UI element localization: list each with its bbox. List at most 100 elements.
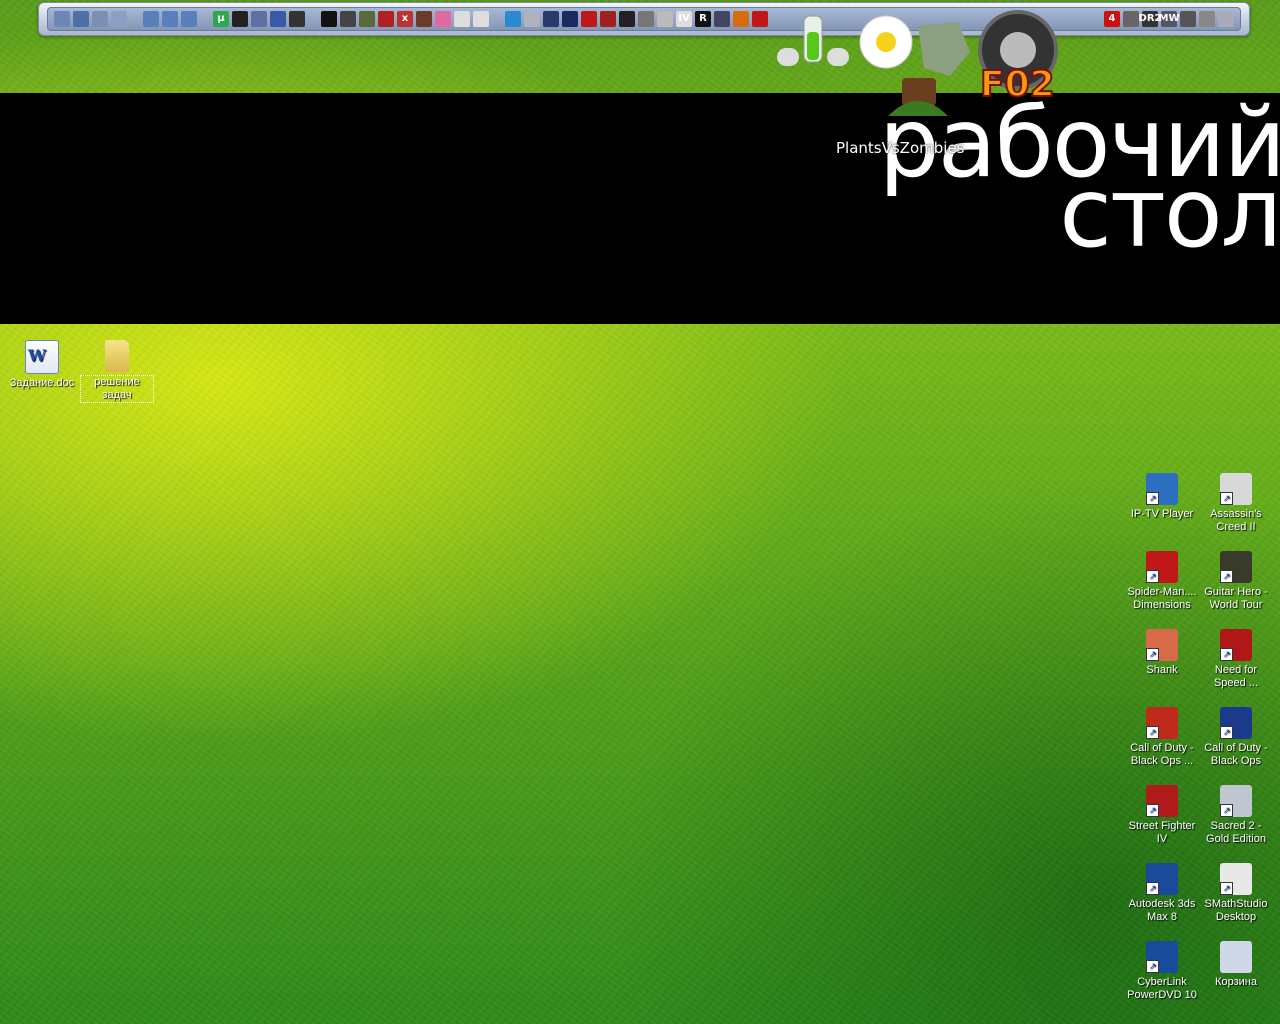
ie-icon[interactable] <box>143 11 159 27</box>
mw-icon[interactable]: MW <box>1159 11 1180 27</box>
qip-logo-icon <box>777 15 849 66</box>
app-shortcut-icon: ↗ <box>1146 551 1178 583</box>
shortcut-arrow-icon: ↗ <box>1146 960 1159 973</box>
desktop-icon-label: решение задач <box>80 375 154 403</box>
shield-icon[interactable] <box>543 11 559 27</box>
desktop-shortcut[interactable]: ↗ Spider-Man.... Dimensions <box>1125 551 1199 612</box>
mask-icon[interactable] <box>733 11 749 27</box>
rockstar-icon[interactable]: R <box>695 11 711 27</box>
desktop-icon-label: CyberLink PowerDVD 10 <box>1127 976 1197 1001</box>
app-shortcut-icon: ↗ <box>1146 629 1178 661</box>
display-icon[interactable] <box>232 11 248 27</box>
shortcut-arrow-icon: ↗ <box>1220 648 1233 661</box>
utorrent-icon[interactable]: μ <box>213 11 229 27</box>
plane-icon[interactable] <box>359 11 375 27</box>
desktop-icon-label: Autodesk 3ds Max 8 <box>1128 898 1196 923</box>
soldier-icon[interactable] <box>714 11 730 27</box>
left4dead-icon[interactable]: 4 <box>1104 11 1120 27</box>
triangle-icon[interactable] <box>638 11 654 27</box>
desktop-icon-label: Задание.doc <box>9 377 75 389</box>
shortcut-arrow-icon: ↗ <box>1146 804 1159 817</box>
penguin-icon[interactable] <box>321 11 337 27</box>
app-shortcut-icon: ↗ <box>1146 785 1178 817</box>
desktop-shortcut[interactable]: ↗ Street Fighter IV <box>1125 785 1199 846</box>
crest-icon[interactable] <box>562 11 578 27</box>
desktop-icon-label: Корзина <box>1215 976 1257 988</box>
helmet-icon[interactable] <box>1123 11 1139 27</box>
desktop-icon-label: Call of Duty - Black Ops <box>1204 742 1268 767</box>
shortcut-arrow-icon: ↗ <box>1146 882 1159 895</box>
shortcut-arrow-icon: ↗ <box>1220 804 1233 817</box>
desktop-icon-label: Sacred 2 - Gold Edition <box>1206 820 1266 845</box>
plants-vs-zombies-icon <box>859 15 970 116</box>
spiderman-icon[interactable] <box>581 11 597 27</box>
bear-icon[interactable] <box>416 11 432 27</box>
app-shortcut-icon: ↗ <box>1220 707 1252 739</box>
app-shortcut-icon: ↗ <box>1220 629 1252 661</box>
gta4-icon[interactable]: IV <box>676 11 692 27</box>
desktop-shortcut[interactable]: ↗ Sacred 2 - Gold Edition <box>1199 785 1273 846</box>
desktop-shortcut[interactable]: ↗ SMathStudio Desktop <box>1199 863 1273 924</box>
app-shortcut-icon: ↗ <box>1146 707 1178 739</box>
desktop-shortcut[interactable]: ↗ Shank <box>1125 629 1199 677</box>
car-icon[interactable] <box>340 11 356 27</box>
desktop-shortcut[interactable]: ↗ Call of Duty - Black Ops <box>1199 707 1273 768</box>
document-icon[interactable] <box>111 11 127 27</box>
desktop-icon-label: Call of Duty - Black Ops ... <box>1130 742 1194 767</box>
monitor-icon[interactable] <box>270 11 286 27</box>
app-shortcut-icon: ↗ <box>1220 551 1252 583</box>
wallpaper-title: рабочий стол <box>879 95 1280 261</box>
app-shortcut-icon: ↗ <box>1220 473 1252 505</box>
shortcut-arrow-icon: ↗ <box>1220 570 1233 583</box>
folder-icon <box>105 340 129 372</box>
pig-icon[interactable] <box>435 11 451 27</box>
bulb-icon[interactable] <box>473 11 489 27</box>
desktop-icon-label: Guitar Hero - World Tour <box>1204 586 1268 611</box>
app-shortcut-icon: ↗ <box>1220 863 1252 895</box>
desktop-shortcut[interactable]: ↗ Need for Speed ... <box>1199 629 1273 690</box>
fighter-icon[interactable] <box>600 11 616 27</box>
recycle-bin-icon <box>1220 941 1252 973</box>
desktop-icon-left[interactable]: W Задание.doc <box>5 340 79 390</box>
drive-icon[interactable] <box>54 11 70 27</box>
desktop-shortcut[interactable]: ↗ Autodesk 3ds Max 8 <box>1125 863 1199 924</box>
skull-icon[interactable] <box>454 11 470 27</box>
shortcut-arrow-icon: ↗ <box>1146 726 1159 739</box>
desktop-shortcut[interactable]: ↗ IP-TV Player <box>1125 473 1199 521</box>
app-shortcut-icon: ↗ <box>1146 473 1178 505</box>
flatout2-icon[interactable]: F02 <box>976 6 1080 110</box>
recycle-icon[interactable] <box>1218 11 1234 27</box>
network-icon[interactable] <box>73 11 89 27</box>
zoom-icon[interactable]: x <box>397 11 413 27</box>
shortcut-arrow-icon: ↗ <box>1146 648 1159 661</box>
undo-icon[interactable] <box>752 11 768 27</box>
app-shortcut-icon: ↗ <box>1220 785 1252 817</box>
check-icon[interactable] <box>505 11 521 27</box>
svg-text:F02: F02 <box>980 64 1055 105</box>
skull-crossbones-icon[interactable] <box>1180 11 1196 27</box>
dr2-icon[interactable]: DR2 <box>1139 11 1161 27</box>
desktop-icon-label: Street Fighter IV <box>1128 820 1196 845</box>
desktop-shortcut[interactable]: ↗ CyberLink PowerDVD 10 <box>1125 941 1199 1002</box>
joystick-icon[interactable] <box>251 11 267 27</box>
folder-icon[interactable] <box>92 11 108 27</box>
shortcut-arrow-icon: ↗ <box>1220 726 1233 739</box>
word-document-icon: W <box>25 340 59 374</box>
desktop-icon-label: Shank <box>1146 664 1178 676</box>
desktop-shortcut[interactable]: ↗ Guitar Hero - World Tour <box>1199 551 1273 612</box>
blade-icon[interactable] <box>657 11 673 27</box>
desktop-icon-left[interactable]: решение задач <box>80 340 154 403</box>
steam-icon[interactable] <box>289 11 305 27</box>
desktop-shortcut[interactable]: Корзина <box>1199 941 1273 989</box>
desktop-shortcut[interactable]: ↗ Assassin's Creed II <box>1199 473 1273 534</box>
crosshair-icon[interactable] <box>524 11 540 27</box>
plants-vs-zombies-label[interactable]: PlantsVsZombies <box>836 139 964 157</box>
bird-icon[interactable] <box>378 11 394 27</box>
ie-icon[interactable] <box>181 11 197 27</box>
ie-icon[interactable] <box>162 11 178 27</box>
desktop-shortcut[interactable]: ↗ Call of Duty - Black Ops ... <box>1125 707 1199 768</box>
wrench-icon[interactable] <box>1199 11 1215 27</box>
shortcut-arrow-icon: ↗ <box>1220 492 1233 505</box>
nfs-icon[interactable] <box>619 11 635 27</box>
shortcut-arrow-icon: ↗ <box>1220 882 1233 895</box>
